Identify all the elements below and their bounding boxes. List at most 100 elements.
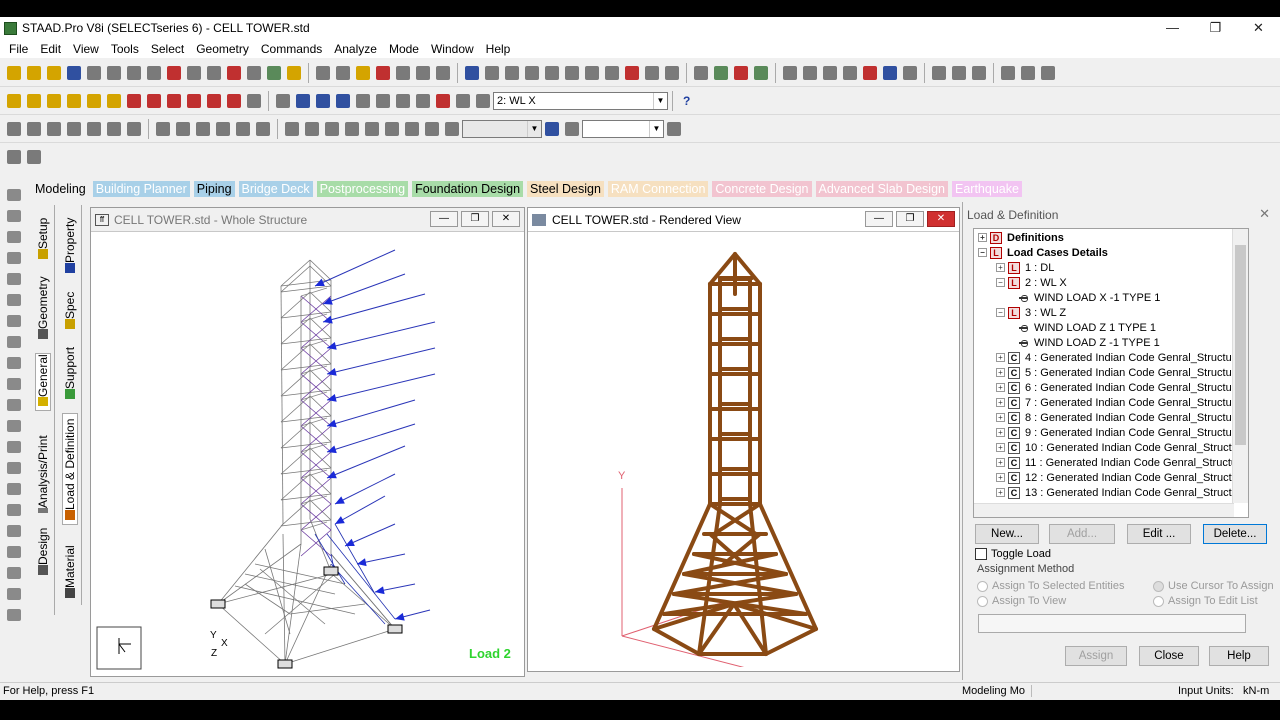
cursor-icon[interactable]: [7, 189, 21, 201]
toolbar-tool-icon[interactable]: [27, 93, 41, 108]
toolbar-tool-icon[interactable]: [345, 121, 359, 136]
tab-spec[interactable]: Spec: [63, 289, 77, 333]
toolbar-tool-icon[interactable]: [436, 65, 450, 80]
toolbar-tool-icon[interactable]: [505, 65, 519, 80]
expand-icon[interactable]: +: [978, 233, 987, 242]
menu-geometry[interactable]: Geometry: [190, 42, 255, 56]
tree-vertical-scrollbar[interactable]: [1232, 229, 1248, 503]
expand-icon[interactable]: +: [996, 263, 1005, 272]
toolbar-tool-icon[interactable]: [256, 121, 270, 136]
minimize-button[interactable]: —: [1151, 17, 1194, 39]
toolbar-tool-icon[interactable]: [565, 65, 579, 80]
collapse-icon[interactable]: −: [996, 278, 1005, 287]
panel-close-icon[interactable]: ✕: [1259, 206, 1270, 222]
toolbar-tool-icon[interactable]: [843, 65, 857, 80]
print-icon[interactable]: [7, 567, 21, 579]
expand-icon[interactable]: +: [996, 458, 1005, 467]
toolbar-tool-icon[interactable]: [7, 121, 21, 136]
toolbar-tool-icon[interactable]: [545, 65, 559, 80]
toolbar-tool-icon[interactable]: [425, 121, 439, 136]
grid-icon[interactable]: [7, 546, 21, 558]
toolbar-tool-icon[interactable]: [196, 121, 210, 136]
toolbar-tool-icon[interactable]: [7, 93, 21, 108]
beam-ends-cursor-icon[interactable]: [7, 336, 21, 348]
toolbar-tool-icon[interactable]: [405, 121, 419, 136]
toolbar-tool-icon[interactable]: [1001, 65, 1015, 80]
toolbar-tool-icon[interactable]: [247, 93, 261, 108]
assign-selected-radio[interactable]: Assign To Selected Entities: [977, 580, 1124, 592]
tab-postprocessing[interactable]: Postprocessing: [316, 181, 409, 197]
toolbar-tool-icon[interactable]: [236, 121, 250, 136]
toolbar-tool-icon[interactable]: [167, 65, 181, 80]
toolbar-tool-icon[interactable]: [385, 121, 399, 136]
rendered-restore-button[interactable]: ❐: [896, 211, 924, 227]
toolbar-tool-icon[interactable]: [156, 121, 170, 136]
tree-node[interactable]: + C 9 : Generated Indian Code Genral_Struc…: [996, 425, 1248, 440]
rendered-view-canvas[interactable]: [534, 234, 955, 667]
new-button[interactable]: New...: [975, 524, 1039, 544]
collapse-icon[interactable]: −: [978, 248, 987, 257]
toolbar-tool-icon[interactable]: [436, 93, 450, 108]
toolbar-tool-icon[interactable]: [276, 93, 290, 108]
toolbar-tool-icon[interactable]: [336, 93, 350, 108]
toolbar-tool-icon[interactable]: [376, 65, 390, 80]
toolbar-tool-icon[interactable]: [356, 93, 370, 108]
rendered-minimize-button[interactable]: —: [865, 211, 893, 227]
edit-button[interactable]: Edit ...: [1127, 524, 1191, 544]
tree-node[interactable]: + C 11 : Generated Indian Code Genral_Stru…: [996, 455, 1248, 470]
toolbar-tool-icon[interactable]: [296, 93, 310, 108]
tab-foundation-design[interactable]: Foundation Design: [412, 181, 524, 197]
toolbar-tool-icon[interactable]: [356, 65, 370, 80]
surfaces-cursor-icon[interactable]: [7, 294, 21, 306]
toolbar-tool-icon[interactable]: [87, 121, 101, 136]
toolbar-tool-icon[interactable]: [972, 65, 986, 80]
toolbar-tool-icon[interactable]: [396, 65, 410, 80]
toolbar-tool-icon[interactable]: [67, 93, 81, 108]
toolbar-tool-icon[interactable]: [565, 121, 579, 136]
rotate-icon[interactable]: [7, 441, 21, 453]
assign-button[interactable]: Assign: [1065, 646, 1127, 666]
tab-material[interactable]: Material: [63, 540, 77, 602]
tree-node[interactable]: + C 6 : Generated Indian Code Genral_Struc…: [996, 380, 1248, 395]
geometry-cursor-icon[interactable]: [7, 315, 21, 327]
tab-geometry[interactable]: Geometry: [36, 275, 50, 343]
assign-view-radio[interactable]: Assign To View: [977, 595, 1066, 607]
toolbar-tool-icon[interactable]: [416, 93, 430, 108]
tab-analysis-print[interactable]: Analysis/Print: [36, 435, 50, 517]
assign-edit-list-radio[interactable]: Assign To Edit List: [1153, 595, 1258, 607]
toolbar-tool-icon[interactable]: [147, 93, 161, 108]
maximize-button[interactable]: ❐: [1194, 17, 1237, 39]
whole-structure-window[interactable]: ff CELL TOWER.std - Whole Structure — ❐ …: [90, 207, 525, 677]
toolbar-tool-icon[interactable]: [952, 65, 966, 80]
toolbar-tool-icon[interactable]: [694, 65, 708, 80]
toolbar-tool-icon[interactable]: [285, 121, 299, 136]
toolbar-tool-icon[interactable]: [127, 121, 141, 136]
tree-node[interactable]: + C 7 : Generated Indian Code Genral_Struc…: [996, 395, 1248, 410]
toolbar-tool-icon[interactable]: [67, 121, 81, 136]
zoom-icon[interactable]: [7, 483, 21, 495]
toolbar-tool-icon[interactable]: [27, 121, 41, 136]
nodes-cursor-icon[interactable]: [7, 210, 21, 222]
toolbar-tool-icon[interactable]: [376, 93, 390, 108]
load-tree[interactable]: + D Definitions − L Load Cases Details + L 1 : D…: [973, 228, 1249, 518]
toolbar-tool-icon[interactable]: [823, 65, 837, 80]
expand-icon[interactable]: +: [996, 473, 1005, 482]
toolbar-tool-icon[interactable]: [147, 65, 161, 80]
toolbar-tool-icon[interactable]: [305, 121, 319, 136]
toolbar-tool-icon[interactable]: [107, 65, 121, 80]
toolbar-tool-icon[interactable]: [227, 93, 241, 108]
toolbar-tool-icon[interactable]: [67, 65, 81, 80]
toolbar-tool-icon[interactable]: [903, 65, 917, 80]
tree-node[interactable]: − L 3 : WL Z: [996, 305, 1066, 320]
expand-icon[interactable]: +: [996, 383, 1005, 392]
tab-bridge-deck[interactable]: Bridge Deck: [238, 181, 313, 197]
toolbar-tool-icon[interactable]: [883, 65, 897, 80]
tree-node[interactable]: + L 1 : DL: [996, 260, 1054, 275]
load-icon[interactable]: [7, 420, 21, 432]
physical-member-icon[interactable]: [7, 357, 21, 369]
menu-file[interactable]: File: [3, 42, 34, 56]
toolbar-tool-icon[interactable]: [734, 65, 748, 80]
label-icon[interactable]: [7, 504, 21, 516]
tree-node[interactable]: − L 2 : WL X: [996, 275, 1067, 290]
tab-design[interactable]: Design: [36, 527, 50, 579]
